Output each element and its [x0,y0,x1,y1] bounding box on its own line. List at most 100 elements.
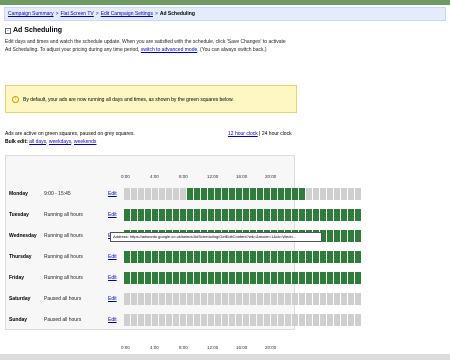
breadcrumb-campaign[interactable]: Flat Screen TV [61,11,94,17]
paused-hour-cell[interactable] [341,188,347,200]
active-hour-cell[interactable] [243,272,249,284]
active-hour-cell[interactable] [341,251,347,263]
advanced-mode-link[interactable]: switch to advanced mode [141,47,197,53]
paused-hour-cell[interactable] [327,293,333,305]
active-hour-cell[interactable] [124,251,130,263]
active-hour-cell[interactable] [215,251,221,263]
paused-hour-cell[interactable] [124,188,130,200]
paused-hour-cell[interactable] [236,314,242,326]
paused-hour-cell[interactable] [222,293,228,305]
active-hour-cell[interactable] [187,272,193,284]
active-hour-cell[interactable] [355,230,361,242]
active-hour-cell[interactable] [201,209,207,221]
active-hour-cell[interactable] [194,209,200,221]
active-hour-cell[interactable] [222,209,228,221]
paused-hour-cell[interactable] [327,188,333,200]
active-hour-cell[interactable] [222,251,228,263]
paused-hour-cell[interactable] [264,293,270,305]
edit-sunday-link[interactable]: Edit [108,311,117,329]
active-hour-cell[interactable] [334,209,340,221]
edit-saturday-link[interactable]: Edit [108,290,117,308]
paused-hour-cell[interactable] [145,293,151,305]
active-hour-cell[interactable] [201,251,207,263]
paused-hour-cell[interactable] [145,188,151,200]
active-hour-cell[interactable] [145,272,151,284]
active-hour-cell[interactable] [208,251,214,263]
active-hour-cell[interactable] [236,209,242,221]
paused-hour-cell[interactable] [355,314,361,326]
paused-hour-cell[interactable] [299,314,305,326]
active-hour-cell[interactable] [355,251,361,263]
active-hour-cell[interactable] [327,272,333,284]
active-hour-cell[interactable] [257,209,263,221]
bulk-all-days-link[interactable]: all days [29,139,46,145]
active-hour-cell[interactable] [152,272,158,284]
active-hour-cell[interactable] [243,209,249,221]
active-hour-cell[interactable] [355,272,361,284]
active-hour-cell[interactable] [257,272,263,284]
active-hour-cell[interactable] [299,209,305,221]
active-hour-cell[interactable] [327,251,333,263]
paused-hour-cell[interactable] [306,188,312,200]
paused-hour-cell[interactable] [299,293,305,305]
active-hour-cell[interactable] [222,272,228,284]
active-hour-cell[interactable] [334,272,340,284]
active-hour-cell[interactable] [124,272,130,284]
active-hour-cell[interactable] [292,188,298,200]
active-hour-cell[interactable] [264,209,270,221]
paused-hour-cell[interactable] [145,314,151,326]
active-hour-cell[interactable] [159,272,165,284]
paused-hour-cell[interactable] [173,188,179,200]
paused-hour-cell[interactable] [334,293,340,305]
active-hour-cell[interactable] [271,272,277,284]
paused-hour-cell[interactable] [278,314,284,326]
active-hour-cell[interactable] [194,251,200,263]
active-hour-cell[interactable] [229,272,235,284]
active-hour-cell[interactable] [341,209,347,221]
paused-hour-cell[interactable] [138,314,144,326]
active-hour-cell[interactable] [124,209,130,221]
active-hour-cell[interactable] [180,251,186,263]
active-hour-cell[interactable] [208,209,214,221]
active-hour-cell[interactable] [320,209,326,221]
active-hour-cell[interactable] [173,209,179,221]
active-hour-cell[interactable] [131,272,137,284]
active-hour-cell[interactable] [229,209,235,221]
active-hour-cell[interactable] [278,188,284,200]
active-hour-cell[interactable] [320,251,326,263]
paused-hour-cell[interactable] [250,314,256,326]
active-hour-cell[interactable] [152,209,158,221]
active-hour-cell[interactable] [348,230,354,242]
active-hour-cell[interactable] [215,209,221,221]
active-hour-cell[interactable] [250,209,256,221]
active-hour-cell[interactable] [292,209,298,221]
active-hour-cell[interactable] [138,209,144,221]
paused-hour-cell[interactable] [341,314,347,326]
edit-thursday-link[interactable]: Edit [108,248,117,266]
paused-hour-cell[interactable] [201,293,207,305]
active-hour-cell[interactable] [180,209,186,221]
active-hour-cell[interactable] [327,209,333,221]
active-hour-cell[interactable] [257,188,263,200]
paused-hour-cell[interactable] [243,314,249,326]
paused-hour-cell[interactable] [166,188,172,200]
paused-hour-cell[interactable] [131,314,137,326]
paused-hour-cell[interactable] [285,293,291,305]
active-hour-cell[interactable] [187,251,193,263]
paused-hour-cell[interactable] [180,188,186,200]
paused-hour-cell[interactable] [320,314,326,326]
paused-hour-cell[interactable] [348,188,354,200]
active-hour-cell[interactable] [264,272,270,284]
paused-hour-cell[interactable] [131,188,137,200]
active-hour-cell[interactable] [250,251,256,263]
paused-hour-cell[interactable] [187,314,193,326]
active-hour-cell[interactable] [250,272,256,284]
paused-hour-cell[interactable] [222,314,228,326]
active-hour-cell[interactable] [285,251,291,263]
paused-hour-cell[interactable] [285,314,291,326]
active-hour-cell[interactable] [159,209,165,221]
active-hour-cell[interactable] [194,188,200,200]
paused-hour-cell[interactable] [138,293,144,305]
paused-hour-cell[interactable] [159,293,165,305]
active-hour-cell[interactable] [278,251,284,263]
